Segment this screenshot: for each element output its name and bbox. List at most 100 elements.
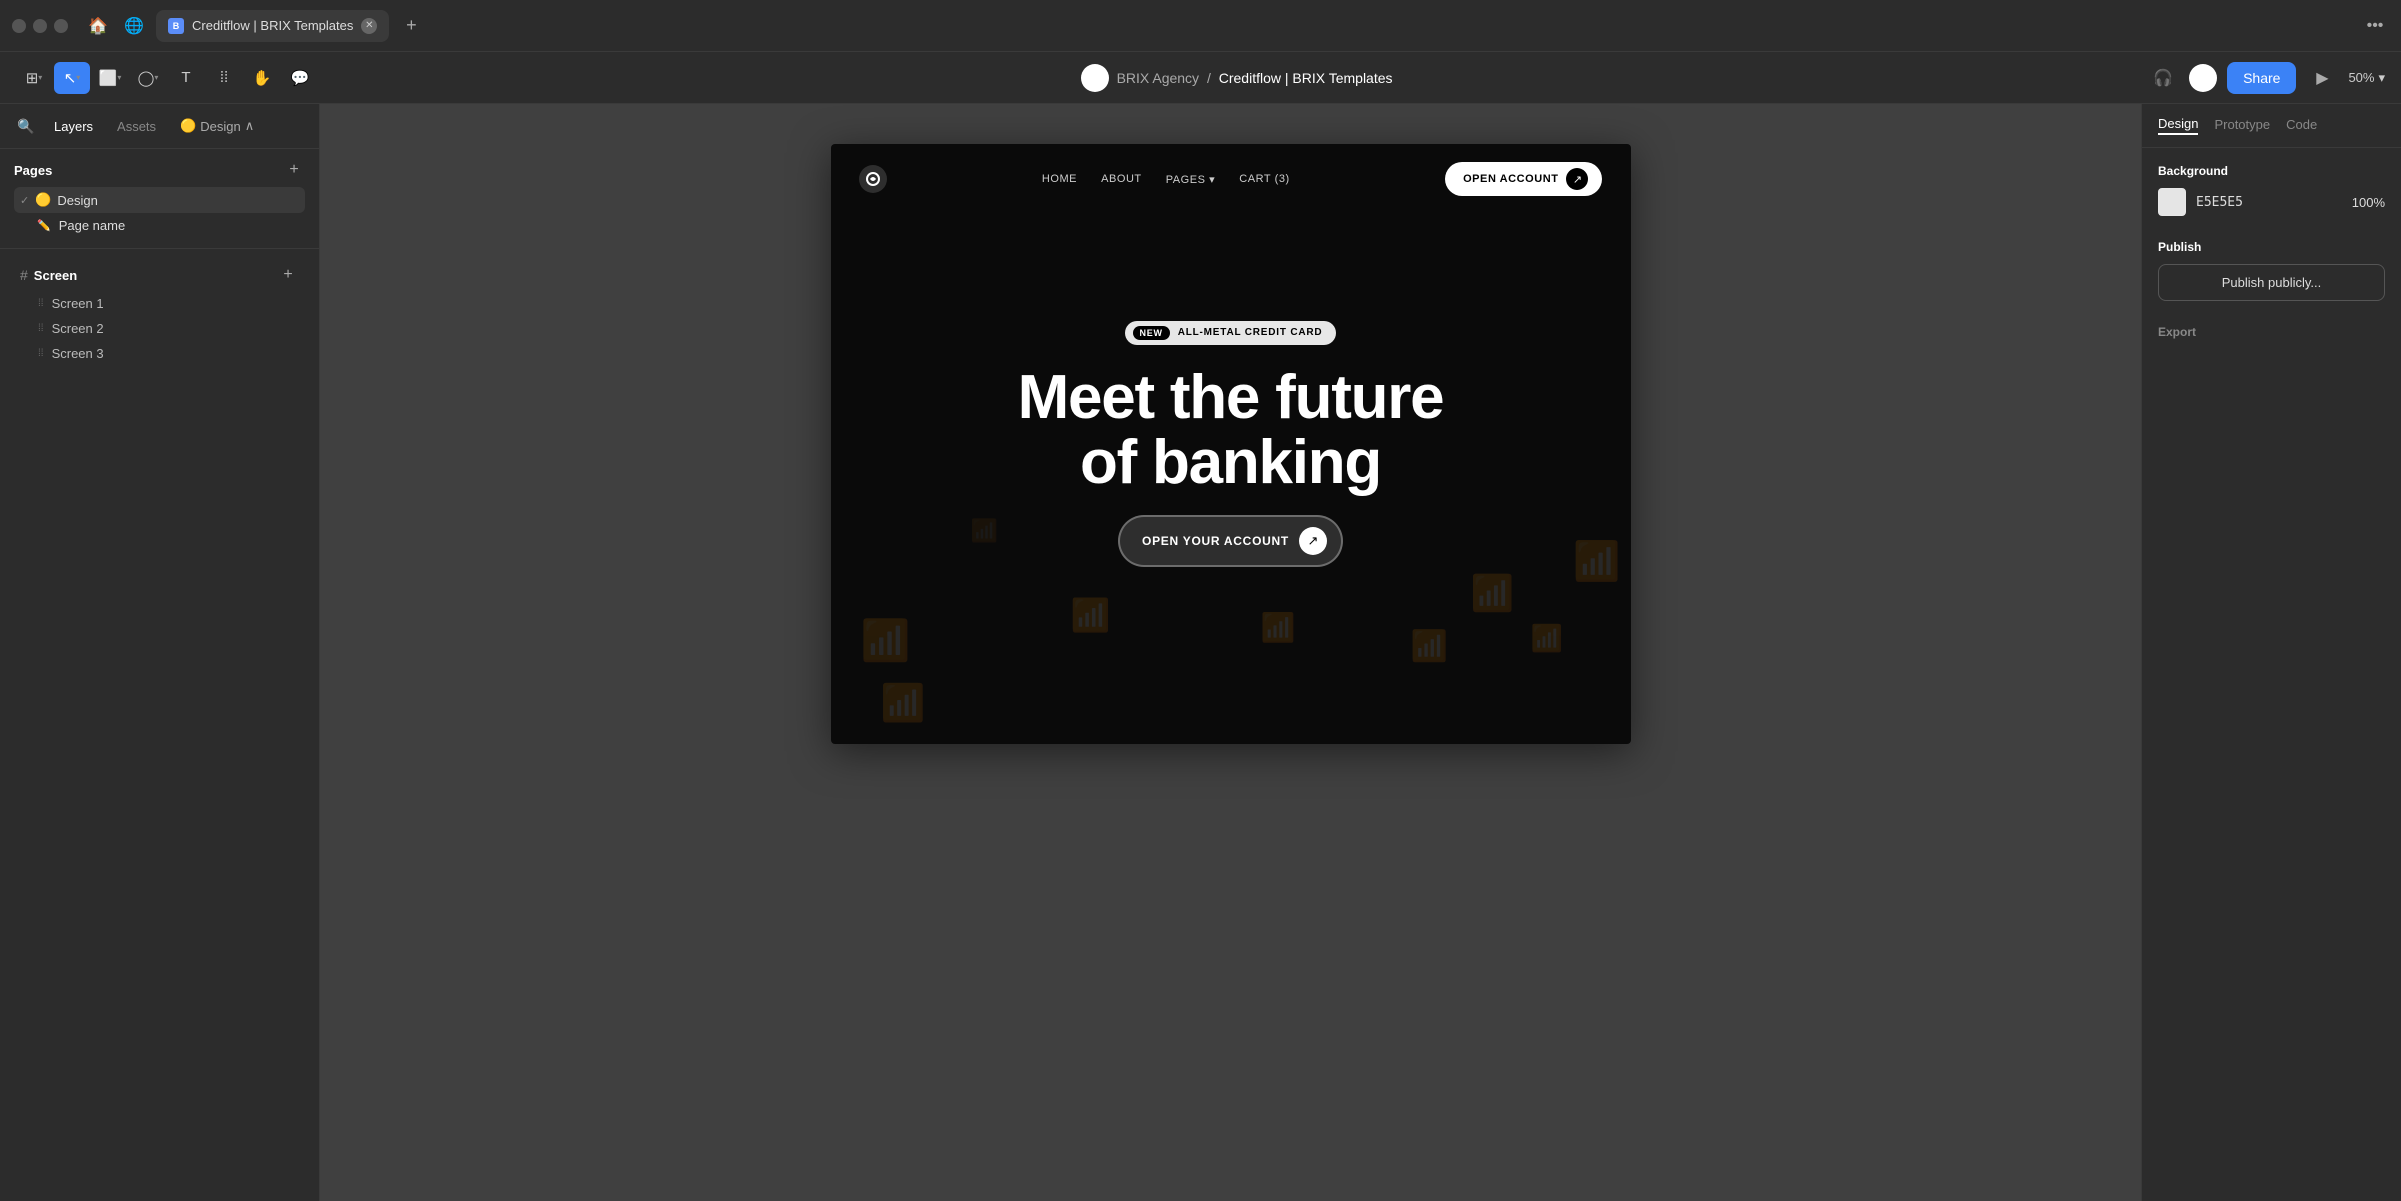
edit-icon: ✏️ [37,219,51,232]
right-panel-content: Background E5E5E5 100% Publish Publish p… [2142,148,2401,1201]
zoom-chevron-icon: ▾ [2378,70,2385,86]
page-item-design[interactable]: ✓ 🟡 Design [14,187,305,213]
text-tool-button[interactable]: T [168,62,204,94]
tab-design[interactable]: 🟡 Design ∧ [170,114,264,138]
design-emoji: 🟡 [180,118,196,134]
nav-cta-button[interactable]: OPEN ACCOUNT ↗ [1445,162,1602,196]
traffic-light-maximize[interactable] [54,19,68,33]
nav-logo [859,165,887,193]
screen-item-1[interactable]: ⁞⁞ Screen 1 [14,291,305,316]
screen-dot-icon: ⁞⁞ [38,298,44,309]
add-page-button[interactable]: + [283,159,305,181]
components-tool-button[interactable]: ⁞⁞ [206,62,242,94]
background-hex-value: E5E5E5 [2196,195,2243,210]
background-title: Background [2158,164,2385,178]
frame-tool-button[interactable]: ⬜▾ [92,62,128,94]
nav-cta-text: OPEN ACCOUNT [1463,173,1558,185]
project-agency: BRIX Agency [1117,70,1200,86]
hero-badge: NEW ALL-METAL CREDIT CARD [1125,321,1337,345]
background-opacity-value: 100% [2352,195,2385,210]
hero-title: Meet the future of banking [1018,365,1444,495]
headphone-button[interactable]: 🎧 [2147,62,2179,94]
title-bar: 🏠 🌐 B Creditflow | BRIX Templates ✕ + ••… [0,0,2401,52]
hero-title-line2: of banking [1018,430,1444,495]
screen-item-2[interactable]: ⁞⁞ Screen 2 [14,316,305,341]
traffic-light-minimize[interactable] [33,19,47,33]
hero-cta-arrow-icon: ↗ [1299,527,1327,555]
left-panel-tabs: 🔍 Layers Assets 🟡 Design ∧ [0,104,319,149]
screen-name-3: Screen 3 [52,346,104,361]
hero-badge-text: ALL-METAL CREDIT CARD [1178,327,1323,338]
background-row: E5E5E5 100% [2158,188,2385,216]
tool-group-main: ⊞▾ ↖▾ ⬜▾ ◯▾ T ⁞⁞ ✋ 💬 [16,62,318,94]
publish-title: Publish [2158,240,2385,254]
canvas: 📶 📶 📶 📶 📶 📶 📶 📶 📶 HO [320,104,2141,1201]
hero-cta-text: OPEN YOUR ACCOUNT [1142,534,1289,548]
hero-cta-button[interactable]: OPEN YOUR ACCOUNT ↗ [1118,515,1343,567]
search-button[interactable]: 🔍 [12,112,40,140]
comment-tool-button[interactable]: 💬 [282,62,318,94]
background-color-swatch[interactable] [2158,188,2186,216]
add-tab-button[interactable]: + [397,12,425,40]
tab-layers[interactable]: Layers [44,115,103,138]
browser-tab[interactable]: B Creditflow | BRIX Templates ✕ [156,10,389,42]
select-tool-button[interactable]: ↖▾ [54,62,90,94]
user-avatar[interactable] [1081,64,1109,92]
tab-design[interactable]: Design [2158,116,2198,135]
toolbar-center: BRIX Agency / Creditflow | BRIX Template… [330,64,2143,92]
webpage-preview: 📶 📶 📶 📶 📶 📶 📶 📶 📶 HO [831,144,1631,744]
tab-assets[interactable]: Assets [107,115,166,138]
nav-cta-arrow-icon: ↗ [1566,168,1588,190]
tab-title: Creditflow | BRIX Templates [192,18,353,33]
globe-button[interactable]: 🌐 [120,12,148,40]
webpage-hero: NEW ALL-METAL CREDIT CARD Meet the futur… [831,144,1631,744]
design-label: Design [200,119,240,134]
webpage-nav: HOME ABOUT PAGES CART (3) OPEN ACCOUNT ↗ [831,144,1631,214]
nav-link-pages: PAGES [1166,173,1216,186]
zoom-level: 50% [2348,70,2374,85]
more-options-button[interactable]: ••• [2361,12,2389,40]
grid-icon: # [20,267,28,283]
hand-tool-button[interactable]: ✋ [244,62,280,94]
export-title: Export [2158,325,2385,339]
screen-dot-icon: ⁞⁞ [38,323,44,334]
screen-name-1: Screen 1 [52,296,104,311]
screen-header-left: # Screen [20,267,77,283]
background-section: Background E5E5E5 100% [2158,164,2385,216]
share-button[interactable]: Share [2227,62,2296,94]
project-name: Creditflow | BRIX Templates [1219,70,1393,86]
layers-section: # Screen + ⁞⁞ Screen 1 ⁞⁞ Screen 2 ⁞⁞ Sc… [0,249,319,1201]
home-button[interactable]: 🏠 [84,12,112,40]
tab-code[interactable]: Code [2286,117,2317,134]
nav-link-home: HOME [1042,173,1077,185]
project-path: BRIX Agency / Creditflow | BRIX Template… [1117,70,1393,86]
publish-publicly-button[interactable]: Publish publicly... [2158,264,2385,301]
page-name-pagename: Page name [59,218,126,233]
zoom-control[interactable]: 50% ▾ [2348,70,2385,86]
page-name-design: Design [57,193,97,208]
hero-title-line1: Meet the future [1018,365,1444,430]
tab-prototype[interactable]: Prototype [2214,117,2270,134]
pages-section-header: Pages + [14,159,305,181]
tab-close-button[interactable]: ✕ [361,18,377,34]
screen-section-header[interactable]: # Screen + [14,259,305,291]
path-separator: / [1207,70,1211,86]
traffic-light-close[interactable] [12,19,26,33]
collaborator-avatar[interactable] [2189,64,2217,92]
export-section: Export [2158,325,2385,339]
nav-links: HOME ABOUT PAGES CART (3) [1042,173,1290,186]
page-item-pagename[interactable]: ✏️ Page name [14,213,305,238]
screen-name-2: Screen 2 [52,321,104,336]
shape-tool-button[interactable]: ◯▾ [130,62,166,94]
right-panel-tabs: Design Prototype Code [2142,104,2401,148]
play-button[interactable]: ▶ [2306,62,2338,94]
toolbar-right: 🎧 Share ▶ 50% ▾ [2147,62,2385,94]
pages-section: Pages + ✓ 🟡 Design ✏️ Page name [0,149,319,249]
left-panel: 🔍 Layers Assets 🟡 Design ∧ Pages + ✓ 🟡 D… [0,104,320,1201]
traffic-lights [12,19,68,33]
screen-item-3[interactable]: ⁞⁞ Screen 3 [14,341,305,366]
grid-tool-button[interactable]: ⊞▾ [16,62,52,94]
screen-dot-icon: ⁞⁞ [38,348,44,359]
add-screen-button[interactable]: + [277,264,299,286]
tab-favicon: B [168,18,184,34]
